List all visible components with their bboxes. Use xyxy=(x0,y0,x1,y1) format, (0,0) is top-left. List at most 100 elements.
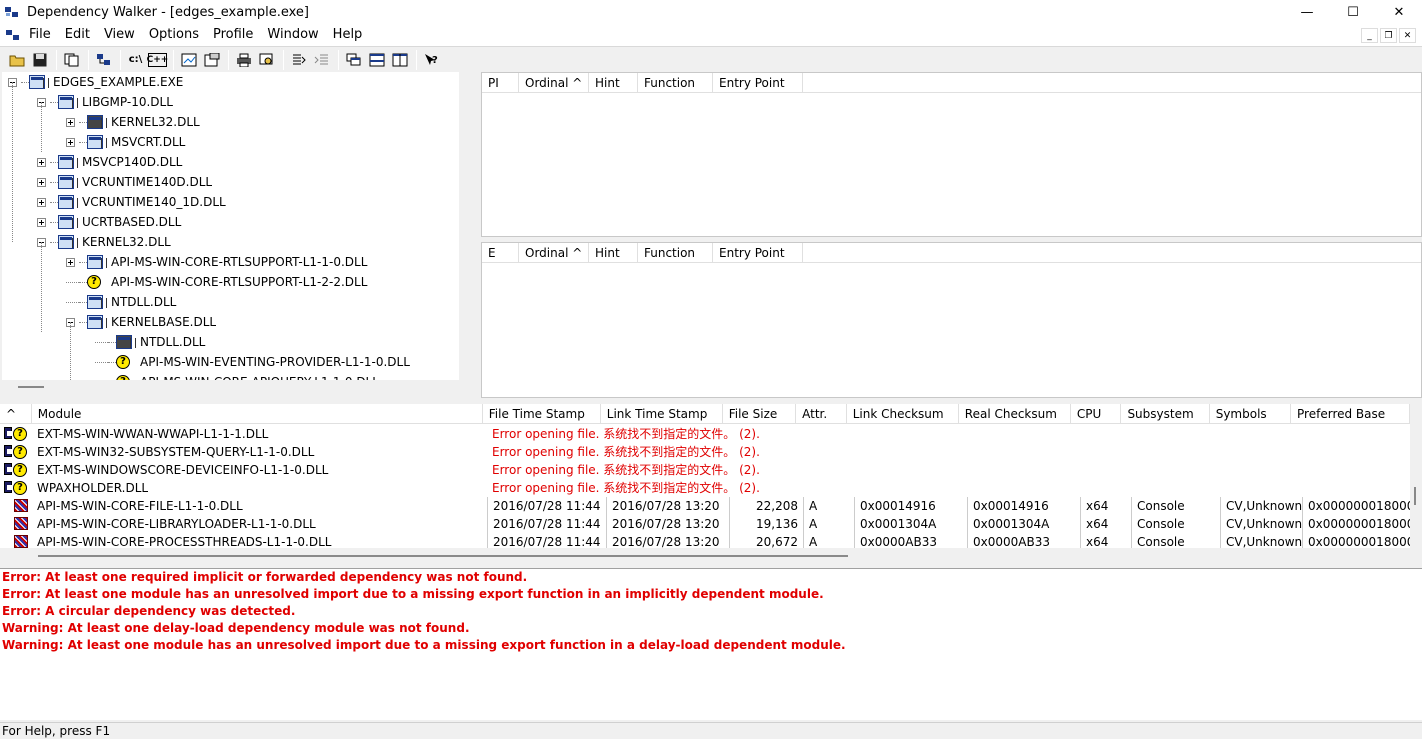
column-entry-point[interactable]: Entry Point xyxy=(713,243,803,263)
column-entry-point[interactable]: Entry Point xyxy=(713,73,803,93)
tree-node[interactable]: ? API-MS-WIN-CORE-APIQUERY-L1-1-0.DLL xyxy=(95,372,379,380)
table-row[interactable]: ? EXT-MS-WINDOWSCORE-DEVICEINFO-L1-1-0.DL… xyxy=(0,461,1410,479)
find-icon[interactable] xyxy=(93,49,114,70)
scrollbar-thumb[interactable] xyxy=(38,555,848,557)
column-cpu[interactable]: CPU xyxy=(1071,404,1122,424)
column-link-time-stamp[interactable]: Link Time Stamp xyxy=(601,404,723,424)
tile-horizontal-icon[interactable] xyxy=(366,49,387,70)
copy-icon[interactable] xyxy=(61,49,82,70)
column-function[interactable]: Function xyxy=(638,243,713,263)
column-e[interactable]: E xyxy=(482,243,519,263)
x64-module-icon xyxy=(4,499,30,513)
save-icon[interactable] xyxy=(29,49,50,70)
tree-node[interactable]: KERNELBASE.DLL xyxy=(66,312,216,332)
column-real-checksum[interactable]: Real Checksum xyxy=(959,404,1071,424)
module-list-vertical-scrollbar[interactable] xyxy=(1414,487,1416,505)
column-file-size[interactable]: File Size xyxy=(723,404,797,424)
help-icon[interactable]: ? xyxy=(421,49,442,70)
tree-node[interactable]: ? API-MS-WIN-EVENTING-PROVIDER-L1-1-0.DLL xyxy=(95,352,410,372)
expand-icon[interactable] xyxy=(66,137,75,147)
column-module[interactable]: Module xyxy=(32,404,483,424)
print-icon[interactable] xyxy=(233,49,254,70)
column-subsystem[interactable]: Subsystem xyxy=(1121,404,1210,424)
menu-window[interactable]: Window xyxy=(260,24,325,46)
column-preferred-base[interactable]: Preferred Base xyxy=(1291,404,1410,424)
open-icon[interactable] xyxy=(6,49,27,70)
menu-help[interactable]: Help xyxy=(326,24,370,46)
view-module-icon[interactable] xyxy=(256,49,277,70)
table-row[interactable]: ? WPAXHOLDER.DLL Error opening file. 系统找不到… xyxy=(0,479,1410,497)
table-row[interactable]: API-MS-WIN-CORE-FILE-L1-1-0.DLL 2016/07/2… xyxy=(0,497,1410,515)
column-hint[interactable]: Hint xyxy=(589,243,638,263)
column-sort[interactable]: ^ xyxy=(0,404,32,424)
menu-edit[interactable]: Edit xyxy=(58,24,97,46)
tree-node[interactable]: API-MS-WIN-CORE-RTLSUPPORT-L1-1-0.DLL xyxy=(66,252,367,272)
module-list-horizontal-scrollbar[interactable] xyxy=(0,548,1422,566)
module-warning-icon xyxy=(87,115,107,129)
column-file-time-stamp[interactable]: File Time Stamp xyxy=(483,404,601,424)
column-hint[interactable]: Hint xyxy=(589,73,638,93)
mdi-minimize-button[interactable]: _ xyxy=(1361,28,1378,43)
column-ordinal[interactable]: Ordinal ^ xyxy=(519,243,589,263)
table-cell: EXT-MS-WINDOWSCORE-DEVICEINFO-L1-1-0.DLL xyxy=(37,463,329,477)
tree-node[interactable]: NTDLL.DLL xyxy=(95,332,205,352)
vertical-splitter[interactable] xyxy=(459,72,481,398)
log-window[interactable]: Error: At least one required implicit or… xyxy=(0,568,1422,720)
properties-icon[interactable] xyxy=(201,49,222,70)
missing-module-icon: ? xyxy=(4,481,30,495)
column-pi[interactable]: PI xyxy=(482,73,519,93)
expand-icon[interactable] xyxy=(66,117,75,127)
table-row[interactable]: API-MS-WIN-CORE-LIBRARYLOADER-L1-1-0.DLL… xyxy=(0,515,1410,533)
parent-imports-list[interactable]: PI Ordinal ^ Hint Function Entry Point xyxy=(481,72,1422,237)
close-button[interactable]: ✕ xyxy=(1376,0,1422,24)
tree-node[interactable]: EDGES_EXAMPLE.EXE xyxy=(8,72,183,92)
maximize-button[interactable]: ☐ xyxy=(1330,0,1376,24)
tree-node[interactable]: ? API-MS-WIN-CORE-RTLSUPPORT-L1-2-2.DLL xyxy=(66,272,367,292)
tree-node[interactable]: VCRUNTIME140D.DLL xyxy=(37,172,212,192)
column-attr[interactable]: Attr. xyxy=(796,404,847,424)
mdi-restore-button[interactable]: ❐ xyxy=(1380,28,1397,43)
undecorate-button[interactable]: C++ xyxy=(147,52,168,67)
menu-file[interactable]: File xyxy=(22,24,58,46)
column-symbols[interactable]: Symbols xyxy=(1210,404,1292,424)
tile-vertical-icon[interactable] xyxy=(389,49,410,70)
tree-node[interactable]: NTDLL.DLL xyxy=(66,292,176,312)
mdi-close-button[interactable]: ✕ xyxy=(1399,28,1416,43)
column-function[interactable]: Function xyxy=(638,73,713,93)
minimize-button[interactable]: — xyxy=(1284,0,1330,24)
tree-horizontal-scrollbar[interactable] xyxy=(18,386,44,388)
match-export-icon[interactable] xyxy=(311,49,332,70)
tree-node[interactable]: KERNEL32.DLL xyxy=(37,232,171,252)
expand-icon[interactable] xyxy=(66,257,75,267)
table-row[interactable]: ? EXT-MS-WIN-WWAN-WWAPI-L1-1-1.DLL Error o… xyxy=(0,425,1410,443)
column-link-checksum[interactable]: Link Checksum xyxy=(847,404,959,424)
svg-text:?: ? xyxy=(432,55,438,66)
menu-options[interactable]: Options xyxy=(142,24,206,46)
expand-icon[interactable] xyxy=(37,157,46,167)
table-cell: 0x0001304A xyxy=(854,515,967,533)
table-row[interactable]: ? EXT-MS-WIN32-SUBSYSTEM-QUERY-L1-1-0.DLL… xyxy=(0,443,1410,461)
menu-view[interactable]: View xyxy=(97,24,142,46)
match-import-icon[interactable] xyxy=(288,49,309,70)
expand-icon[interactable] xyxy=(37,217,46,227)
tree-node[interactable]: UCRTBASED.DLL xyxy=(37,212,181,232)
cascade-icon[interactable] xyxy=(343,49,364,70)
tree-connector xyxy=(50,241,58,243)
table-row[interactable]: API-MS-WIN-CORE-PROCESSTHREADS-L1-1-0.DL… xyxy=(0,533,1410,548)
tree-node[interactable]: MSVCP140D.DLL xyxy=(37,152,182,172)
exports-list[interactable]: E Ordinal ^ Hint Function Entry Point xyxy=(481,242,1422,398)
tree-node[interactable]: MSVCRT.DLL xyxy=(66,132,185,152)
document-icon[interactable] xyxy=(6,29,20,41)
expand-icon[interactable] xyxy=(37,177,46,187)
menu-profile[interactable]: Profile xyxy=(206,24,260,46)
tree-node[interactable]: KERNEL32.DLL xyxy=(66,112,200,132)
auto-expand-icon[interactable] xyxy=(178,49,199,70)
module-dependency-tree[interactable]: EDGES_EXAMPLE.EXE LIBGMP-10.DLL KERNEL32.D… xyxy=(2,72,459,380)
expand-icon[interactable] xyxy=(37,197,46,207)
module-list[interactable]: ^ Module File Time Stamp Link Time Stamp Fil… xyxy=(0,404,1410,548)
tree-node[interactable]: LIBGMP-10.DLL xyxy=(37,92,173,112)
full-paths-button[interactable]: c:\ xyxy=(125,49,146,70)
column-ordinal[interactable]: Ordinal ^ xyxy=(519,73,589,93)
tree-node[interactable]: VCRUNTIME140_1D.DLL xyxy=(37,192,226,212)
tree-connector xyxy=(79,141,87,143)
